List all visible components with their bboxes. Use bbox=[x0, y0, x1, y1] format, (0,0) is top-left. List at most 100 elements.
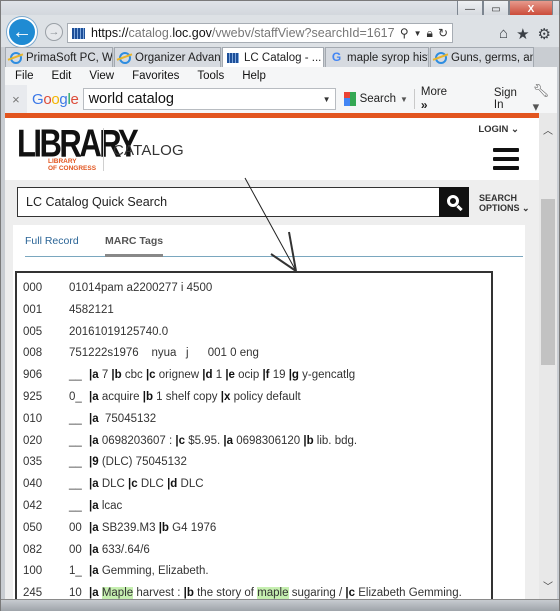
subfield-text: 1 shelf copy bbox=[152, 391, 221, 403]
subfield-text: 1 bbox=[212, 369, 226, 382]
subfield-code: |b bbox=[183, 587, 194, 599]
subfield-text: (DLC) 75045132 bbox=[98, 456, 187, 469]
back-button[interactable]: ← bbox=[7, 17, 37, 47]
close-toolbar-button[interactable]: × bbox=[5, 85, 27, 113]
subfield-text: acquire bbox=[98, 391, 143, 403]
scroll-up-icon[interactable]: ︿ bbox=[539, 121, 557, 137]
subfield-text: lib. bdg. bbox=[313, 434, 358, 447]
subfield-text: G4 1976 bbox=[168, 521, 217, 534]
subfield-code: |e bbox=[225, 369, 235, 382]
navigation-bar: ← → https:// catalog. loc.gov /vwebv/sta… bbox=[1, 15, 559, 47]
subfield-text: y-gencatlg bbox=[298, 369, 356, 382]
marc-indicators: 1_ bbox=[69, 565, 82, 578]
subfield-code: |a bbox=[223, 434, 233, 447]
subfield-text: 0698203607 : bbox=[98, 434, 176, 447]
menu-favorites[interactable]: Favorites bbox=[132, 70, 179, 82]
marc-indicators: __ bbox=[69, 412, 82, 425]
tab-organizer[interactable]: Organizer Advan... bbox=[114, 47, 221, 67]
menu-tools[interactable]: Tools bbox=[197, 70, 224, 82]
marc-value: |a SB239.M3 |b G4 1976 bbox=[89, 522, 216, 534]
search-icon[interactable]: ⚲ bbox=[400, 26, 409, 40]
lock-icon[interactable]: 🔒︎ bbox=[427, 26, 433, 41]
home-icon[interactable]: ⌂ bbox=[499, 25, 508, 43]
url-domain: loc.gov bbox=[172, 26, 212, 40]
tab-full-record[interactable]: Full Record bbox=[25, 235, 79, 247]
section-title[interactable]: CATALOG bbox=[113, 142, 184, 159]
subfield-text: $5.95. bbox=[185, 434, 224, 447]
quick-search-input[interactable]: LC Catalog Quick Search bbox=[17, 187, 469, 217]
menu-edit[interactable]: Edit bbox=[52, 70, 72, 82]
tab-lc-catalog[interactable]: LC Catalog - ... ✕ bbox=[222, 47, 324, 67]
logo-sub-line2: OF CONGRESS bbox=[48, 165, 97, 172]
subfield-code: |a bbox=[89, 565, 99, 578]
google-search-input[interactable]: world catalog ▼ bbox=[82, 88, 336, 110]
sign-in-button[interactable]: Sign In bbox=[494, 87, 527, 111]
search-options-line2: OPTIONS ⌄ bbox=[479, 203, 530, 213]
tab-guns-germs[interactable]: Guns, germs, an... bbox=[430, 47, 534, 67]
vertical-scrollbar[interactable]: ︿ ﹀ bbox=[539, 113, 557, 599]
marc-indicators: 00 bbox=[69, 543, 82, 556]
arrow-left-icon: ← bbox=[12, 21, 32, 43]
marc-value: |a Gemming, Elizabeth. bbox=[89, 565, 209, 577]
tab-maple-syrup[interactable]: G maple syrop hist... bbox=[325, 47, 429, 67]
forward-button[interactable]: → bbox=[45, 23, 63, 41]
double-chevron-icon: » bbox=[420, 98, 428, 112]
dropdown-icon[interactable]: ▼ bbox=[414, 29, 422, 38]
marc-tag: 082 bbox=[23, 543, 43, 556]
browser-toolbar-icons: ⌂ ★ ⚙ bbox=[499, 25, 551, 43]
subfield-code: |9 bbox=[89, 456, 99, 469]
subfield-code: |d bbox=[167, 478, 178, 491]
marc-indicators: 00 bbox=[69, 521, 82, 534]
chevron-down-icon: ▼ bbox=[400, 94, 408, 104]
subfield-code: |c bbox=[175, 434, 185, 447]
google-search-button[interactable]: Search ▼ bbox=[343, 92, 408, 106]
marc-value: |a 0698203607 : |c $5.95. |a 0698306120 … bbox=[89, 435, 357, 447]
scroll-down-icon[interactable]: ﹀ bbox=[539, 577, 557, 593]
subfield-code: |a bbox=[89, 500, 99, 512]
gear-icon[interactable]: ⚙ bbox=[538, 25, 551, 43]
hamburger-menu-icon[interactable] bbox=[493, 148, 519, 170]
more-button[interactable]: More » bbox=[421, 86, 454, 112]
star-icon[interactable]: ★ bbox=[516, 25, 529, 43]
dropdown-icon[interactable]: ▼ bbox=[323, 95, 331, 104]
subfield-text: policy default bbox=[230, 391, 301, 403]
subfield-code: |a bbox=[89, 412, 99, 425]
loc-site-icon bbox=[227, 52, 239, 63]
url-subdomain: catalog. bbox=[128, 26, 173, 40]
menu-help[interactable]: Help bbox=[242, 70, 266, 82]
subfield-code: |a bbox=[89, 434, 99, 447]
refresh-icon[interactable]: ↻ bbox=[438, 26, 448, 40]
menu-view[interactable]: View bbox=[89, 70, 114, 82]
google-logo: Google bbox=[31, 90, 79, 108]
subfield-code: |c bbox=[145, 369, 156, 382]
subfield-code: |a bbox=[89, 521, 99, 534]
subfield-code: |d bbox=[202, 369, 213, 382]
tab-label: LC Catalog - ... bbox=[244, 51, 322, 64]
toolbar-divider bbox=[413, 89, 415, 109]
ie-icon bbox=[435, 51, 447, 64]
marc-value: |a Maple harvest : |b the story of maple… bbox=[89, 587, 462, 599]
search-button[interactable] bbox=[439, 187, 469, 217]
subfield-text: DLC bbox=[137, 478, 168, 491]
subfield-text: 4582121 bbox=[69, 303, 114, 316]
subfield-code: |a bbox=[89, 543, 99, 556]
marc-tag: 906 bbox=[23, 369, 43, 382]
tab-label: maple syrop hist... bbox=[347, 51, 428, 64]
tab-primasoft[interactable]: PrimaSoft PC, W... bbox=[5, 47, 113, 67]
marc-indicators: __ bbox=[69, 434, 82, 447]
search-icon bbox=[447, 195, 459, 207]
logo-divider bbox=[103, 128, 104, 171]
search-label: Search bbox=[359, 93, 397, 105]
address-bar[interactable]: https:// catalog. loc.gov /vwebv/staffVi… bbox=[67, 23, 453, 43]
scrollbar-thumb[interactable] bbox=[541, 199, 555, 365]
wrench-icon[interactable]: 🔧︎ ▾ bbox=[533, 83, 557, 115]
search-options-button[interactable]: SEARCH OPTIONS ⌄ bbox=[479, 193, 530, 213]
marc-tag: 005 bbox=[23, 325, 43, 338]
marc-tag: 035 bbox=[23, 456, 43, 469]
menu-file[interactable]: File bbox=[15, 70, 34, 82]
arrow-right-icon: → bbox=[48, 26, 60, 38]
marc-value: |a lcac bbox=[89, 500, 122, 512]
marc-indicators: __ bbox=[69, 369, 82, 382]
login-menu[interactable]: LOGIN ⌄ bbox=[478, 124, 519, 135]
tab-marc-tags[interactable]: MARC Tags bbox=[105, 235, 164, 257]
